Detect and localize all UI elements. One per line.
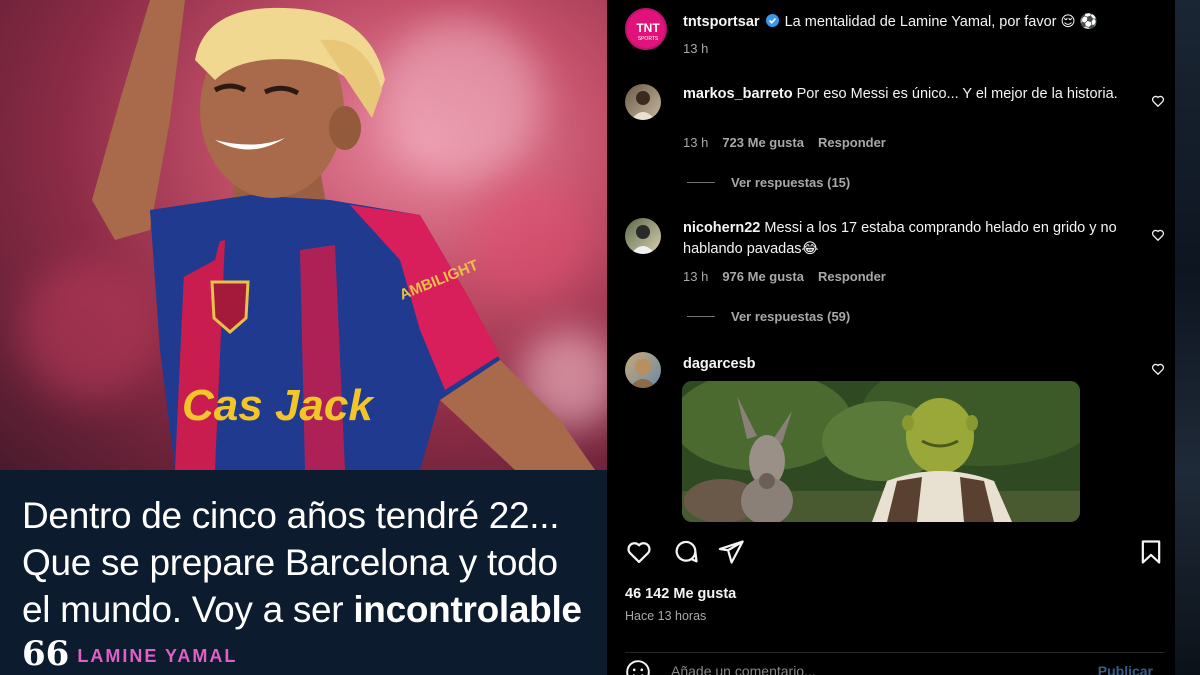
post-image: AMBILIGHT Cas Jack Dentro de cinco años …: [0, 0, 607, 675]
shrek-donkey-gif-image: [682, 381, 1080, 522]
comments-panel: TNT SPORTS tntsportsar La mentalidad de …: [607, 0, 1175, 675]
tnt-sports-logo-icon: TNT SPORTS: [629, 12, 665, 48]
comment-item: nicohern22 Messi a los 17 estaba compran…: [625, 218, 1165, 328]
comment-time: 13 h: [683, 135, 709, 150]
comment-username[interactable]: markos_barreto: [683, 86, 793, 102]
share-send-icon[interactable]: [717, 538, 745, 566]
emoji-picker-icon[interactable]: [625, 659, 651, 675]
like-heart-icon[interactable]: [625, 538, 653, 566]
quote-line-3: el mundo. Voy a ser: [22, 589, 354, 630]
user-avatar-icon: [629, 359, 657, 388]
comment-bubble-icon[interactable]: [672, 538, 700, 566]
player-photo: AMBILIGHT Cas Jack: [0, 0, 607, 470]
quote-line-2: Que se prepare Barcelona y todo: [22, 542, 558, 583]
post-caption: TNT SPORTS tntsportsar La mentalidad de …: [625, 8, 1165, 63]
quote-line-1: Dentro de cinco años tendré 22...: [22, 495, 560, 536]
caption-text: La mentalidad de Lamine Yamal, por favor: [784, 14, 1057, 30]
user-avatar-icon: [631, 225, 655, 254]
comment-username[interactable]: nicohern22: [683, 220, 760, 236]
quote-mark-icon: 66: [22, 634, 70, 674]
reply-button[interactable]: Responder: [818, 269, 886, 284]
comment-input[interactable]: Añade un comentario...: [671, 663, 816, 675]
caption-emoji: 😌 ⚽: [1060, 14, 1098, 30]
quote-emphasis: incontrolable: [353, 589, 582, 630]
caption-meta: 13 h: [683, 41, 708, 56]
comment-item: markos_barreto Por eso Messi es único...…: [625, 84, 1165, 194]
comment-gif[interactable]: [682, 381, 1080, 522]
publish-button[interactable]: Publicar: [1098, 663, 1153, 675]
caption-body: tntsportsar La mentalidad de Lamine Yama…: [683, 12, 1153, 33]
view-replies-button[interactable]: Ver respuestas (15): [687, 175, 850, 190]
author-name: LAMINE YAMAL: [77, 645, 238, 666]
like-heart-icon[interactable]: [1151, 362, 1165, 376]
view-replies-label: Ver respuestas (59): [731, 309, 851, 324]
comment-item: dagarcesb: [625, 352, 1165, 388]
comment-emoji: 😂: [801, 241, 819, 257]
comment-meta: 13 h 723 Me gusta Responder: [683, 135, 886, 150]
post-likes-count[interactable]: 46 142 Me gusta: [625, 586, 736, 602]
comment-text: Por eso Messi es único... Y el mejor de …: [796, 86, 1118, 102]
reply-button[interactable]: Responder: [818, 135, 886, 150]
svg-text:TNT: TNT: [636, 21, 660, 35]
like-heart-icon[interactable]: [1151, 94, 1165, 108]
comment-time: 13 h: [683, 269, 709, 284]
post-action-bar: [625, 538, 1165, 568]
comment-body: dagarcesb: [683, 354, 1143, 375]
avatar[interactable]: [625, 352, 661, 388]
comment-likes[interactable]: 976 Me gusta: [722, 269, 804, 284]
quote-text: Dentro de cinco años tendré 22... Que se…: [22, 492, 592, 633]
svg-text:SPORTS: SPORTS: [638, 36, 659, 42]
bookmark-save-icon[interactable]: [1137, 538, 1165, 566]
comment-body: nicohern22 Messi a los 17 estaba compran…: [683, 218, 1143, 260]
verified-badge-icon: [765, 14, 779, 27]
replies-divider: [687, 182, 715, 183]
comment-meta: 13 h 976 Me gusta Responder: [683, 269, 886, 284]
player-illustration: AMBILIGHT Cas Jack: [92, 0, 595, 470]
add-comment-bar: Añade un comentario... Publicar: [625, 652, 1165, 675]
shirt-print: Cas Jack: [182, 381, 375, 430]
replies-divider: [687, 316, 715, 317]
comment-likes[interactable]: 723 Me gusta: [722, 135, 804, 150]
post-author[interactable]: tntsportsar: [683, 14, 760, 30]
view-replies-button[interactable]: Ver respuestas (59): [687, 309, 850, 324]
quote-panel: Dentro de cinco años tendré 22... Que se…: [0, 470, 607, 675]
view-replies-label: Ver respuestas (15): [731, 175, 851, 190]
background-edge: [1175, 0, 1200, 675]
avatar[interactable]: TNT SPORTS: [625, 8, 667, 50]
user-avatar-icon: [631, 91, 655, 120]
comment-body: markos_barreto Por eso Messi es único...…: [683, 84, 1143, 105]
like-heart-icon[interactable]: [1151, 228, 1165, 242]
avatar[interactable]: [625, 218, 661, 254]
comment-username[interactable]: dagarcesb: [683, 356, 756, 372]
quote-author: 66 LAMINE YAMAL: [22, 634, 238, 674]
post-timestamp: Hace 13 horas: [625, 609, 707, 623]
avatar[interactable]: [625, 84, 661, 120]
post-time: 13 h: [683, 41, 709, 56]
